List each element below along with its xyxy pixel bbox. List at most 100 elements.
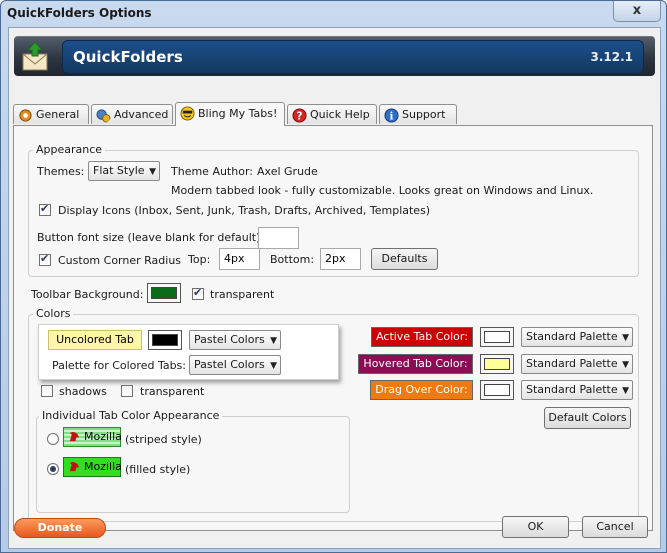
themes-select[interactable]: Flat Style ▼ — [88, 161, 160, 181]
toolbar-transparent-checkbox[interactable] — [192, 286, 204, 300]
ok-button[interactable]: OK — [502, 516, 569, 538]
mozilla-icon — [69, 431, 80, 442]
options-window: QuickFolders Options x QuickFolders 3.12… — [0, 0, 667, 553]
tab-label: Support — [402, 108, 446, 121]
button-font-input[interactable] — [258, 227, 299, 249]
app-name-bar: QuickFolders 3.12.1 — [62, 40, 644, 74]
drag-over-palette-value: Standard Palette — [526, 383, 618, 396]
drag-over-palette-select[interactable]: Standard Palette ▼ — [521, 380, 633, 400]
corner-radius-checkbox[interactable] — [39, 252, 51, 266]
individual-appearance-title: Individual Tab Color Appearance — [39, 409, 223, 422]
active-tab-palette-select[interactable]: Standard Palette ▼ — [521, 327, 633, 347]
theme-author-label: Theme Author: — [171, 165, 253, 178]
toolbar-background-label: Toolbar Background: — [31, 288, 144, 301]
shadows-checkbox[interactable] — [41, 385, 53, 397]
defaults-button[interactable]: Defaults — [371, 248, 438, 270]
drag-over-color-label: Drag Over Color: — [370, 380, 473, 400]
striped-sample-label: Mozilla — [84, 430, 122, 443]
chevron-down-icon: ▼ — [270, 336, 277, 346]
drag-over-color — [484, 384, 510, 396]
theme-description: Modern tabbed look - fully customizable.… — [171, 184, 594, 197]
tab-advanced[interactable]: Advanced — [91, 104, 173, 124]
svg-text:?: ? — [297, 110, 303, 122]
hovered-tab-palette-value: Standard Palette — [526, 357, 618, 370]
tab-bling-my-tabs[interactable]: Bling My Tabs! — [175, 102, 285, 126]
tab-quick-help[interactable]: ? Quick Help — [287, 104, 377, 124]
display-icons-checkbox[interactable] — [39, 202, 51, 216]
filled-sample-label: Mozilla — [84, 460, 122, 473]
uncolored-palette-value: Pastel Colors — [194, 333, 265, 346]
chevron-down-icon: ▼ — [622, 360, 629, 370]
chevron-down-icon: ▼ — [622, 386, 629, 396]
uncolored-palette-select[interactable]: Pastel Colors ▼ — [189, 330, 281, 350]
button-font-label: Button font size (leave blank for defaul… — [37, 231, 265, 244]
active-tab-color-label: Active Tab Color: — [371, 327, 473, 347]
bottom-radius-label: Bottom: — [270, 253, 315, 266]
bottom-radius-input[interactable]: 2px — [320, 248, 361, 270]
gear-icon — [19, 109, 32, 122]
drag-over-swatch[interactable] — [480, 380, 514, 400]
top-radius-input[interactable]: 4px — [219, 248, 260, 270]
gears-icon — [96, 109, 111, 123]
donate-button[interactable]: Donate — [14, 518, 106, 538]
tab-label: Advanced — [114, 108, 169, 121]
smiley-icon — [180, 106, 195, 121]
dialog-client: QuickFolders 3.12.1 General Advanced Bli… — [8, 27, 661, 549]
hovered-tab-color-label: Hovered Tab Color: — [358, 354, 473, 374]
close-icon: x — [632, 3, 642, 18]
title-bar: QuickFolders Options x — [1, 1, 666, 27]
chevron-down-icon: ▼ — [270, 361, 277, 371]
bling-panel: Appearance Themes: Flat Style ▼ Theme Au… — [13, 125, 653, 531]
tab-label: Bling My Tabs! — [198, 107, 278, 120]
app-name: QuickFolders — [73, 48, 183, 66]
striped-style-sample: Mozilla — [63, 427, 122, 447]
close-button[interactable]: x — [613, 1, 661, 22]
filled-style-radio[interactable] — [47, 463, 59, 475]
shadows-label: shadows — [59, 385, 107, 398]
colors-transparent-label: transparent — [140, 385, 205, 398]
active-tab-color — [484, 331, 510, 343]
tab-support[interactable]: i Support — [379, 104, 457, 124]
striped-style-label: (striped style) — [125, 433, 202, 446]
app-version: 3.12.1 — [590, 50, 633, 64]
window-title: QuickFolders Options — [7, 6, 152, 20]
themes-select-value: Flat Style — [93, 164, 145, 177]
info-icon: i — [384, 108, 399, 123]
themes-label: Themes: — [37, 165, 85, 178]
theme-author-value: Axel Grude — [257, 165, 318, 178]
hovered-tab-palette-select[interactable]: Standard Palette ▼ — [521, 354, 633, 374]
mozilla-icon — [69, 461, 80, 472]
tab-label: General — [36, 108, 80, 121]
colors-transparent-checkbox[interactable] — [121, 385, 133, 397]
chevron-down-icon: ▼ — [622, 333, 629, 343]
tab-label: Quick Help — [310, 108, 370, 121]
display-icons-label: Display Icons (Inbox, Sent, Junk, Trash,… — [58, 204, 431, 217]
uncolored-tab-sample: Uncolored Tab — [48, 330, 142, 350]
top-radius-label: Top: — [188, 253, 211, 266]
tab-general[interactable]: General — [13, 104, 89, 124]
filled-style-label: (filled style) — [125, 463, 191, 476]
help-icon: ? — [292, 108, 307, 123]
palette-colored-select[interactable]: Pastel Colors ▼ — [189, 355, 281, 375]
default-colors-button[interactable]: Default Colors — [544, 407, 631, 429]
toolbar-transparent-label: transparent — [210, 288, 275, 301]
quickfolders-logo-icon — [22, 41, 48, 71]
active-tab-swatch[interactable] — [480, 327, 514, 347]
hovered-tab-color — [484, 358, 510, 370]
svg-text:i: i — [390, 110, 394, 122]
cancel-button[interactable]: Cancel — [582, 516, 648, 538]
uncolored-tab-swatch[interactable] — [148, 330, 182, 350]
corner-radius-label: Custom Corner Radius — [58, 254, 182, 267]
toolbar-background-color — [151, 287, 177, 299]
chevron-down-icon: ▼ — [149, 167, 156, 177]
hovered-tab-swatch[interactable] — [480, 354, 514, 374]
uncolored-tab-color — [152, 334, 178, 346]
appearance-group-title: Appearance — [33, 143, 106, 156]
toolbar-background-swatch[interactable] — [147, 283, 181, 303]
app-header: QuickFolders 3.12.1 — [14, 36, 655, 76]
palette-colored-value: Pastel Colors — [194, 358, 265, 371]
palette-colored-label: Palette for Colored Tabs: — [52, 359, 186, 372]
striped-style-radio[interactable] — [47, 433, 59, 445]
active-tab-palette-value: Standard Palette — [526, 330, 618, 343]
filled-style-sample: Mozilla — [63, 457, 122, 477]
